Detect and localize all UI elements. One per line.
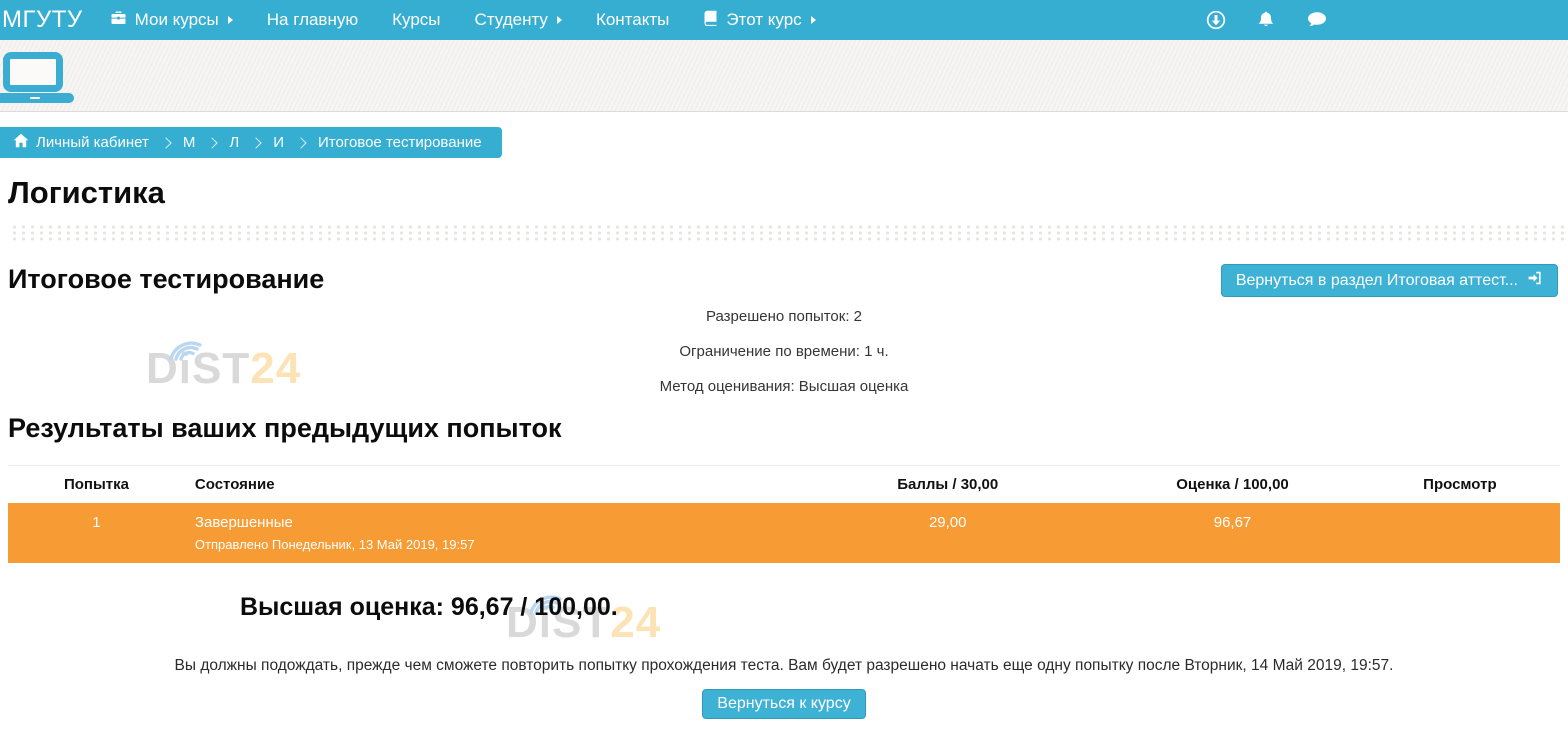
col-marks: Баллы / 30,00: [790, 466, 1105, 504]
chevron-separator-icon: [251, 137, 262, 148]
button-label: Вернуться в раздел Итоговая аттест...: [1236, 272, 1518, 290]
nav-this-course[interactable]: Этот курс: [686, 0, 832, 40]
nav-contacts[interactable]: Контакты: [579, 0, 686, 40]
final-grade: Высшая оценка: 96,67 / 100,00.: [240, 593, 1568, 622]
wait-message: Вы должны подождать, прежде чем сможете …: [0, 657, 1568, 675]
chevron-separator-icon: [207, 137, 218, 148]
nav-menu: Мои курсы На главную Курсы Студенту Конт…: [93, 0, 833, 40]
breadcrumb-dashboard[interactable]: Личный кабинет: [13, 133, 149, 152]
sign-in-icon: [1527, 270, 1543, 291]
caret-right-icon: [228, 16, 233, 24]
attempt-review: [1360, 503, 1560, 563]
breadcrumb-item-m[interactable]: М: [183, 134, 196, 151]
col-grade: Оценка / 100,00: [1105, 466, 1360, 504]
nav-student[interactable]: Студенту: [458, 0, 579, 40]
attempt-number: 1: [8, 503, 185, 563]
attempts-allowed: Разрешено попыток: 2: [0, 308, 1568, 325]
results-heading: Результаты ваших предыдущих попыток: [8, 413, 1568, 444]
breadcrumb-item-quiz[interactable]: Итоговое тестирование: [318, 134, 482, 151]
breadcrumb: Личный кабинет М Л И Итоговое тестирован…: [0, 127, 502, 158]
bottom-actions: Вернуться к курсу: [0, 689, 1568, 719]
nav-label: Мои курсы: [135, 10, 219, 30]
quiz-title: Итоговое тестирование: [8, 264, 324, 295]
chevron-separator-icon: [295, 137, 306, 148]
attempt-state: Завершенные: [195, 514, 782, 531]
arrow-down-circle-icon[interactable]: [1206, 10, 1226, 30]
breadcrumb-label: Личный кабинет: [36, 134, 149, 151]
book-icon: [703, 10, 718, 31]
col-attempt: Попытка: [8, 466, 185, 504]
col-review: Просмотр: [1360, 466, 1560, 504]
laptop-screen: [3, 52, 63, 92]
brand-logo[interactable]: МГУТУ: [2, 6, 83, 34]
attempt-marks: 29,00: [790, 503, 1105, 563]
nav-action-icons: [1206, 10, 1328, 30]
wifi-arcs-icon: [166, 326, 204, 370]
top-navbar: МГУТУ Мои курсы На главную Курсы Студент…: [0, 0, 1568, 40]
caret-right-icon: [811, 16, 816, 24]
course-title: Логистика: [8, 175, 1568, 211]
attempts-table: Попытка Состояние Баллы / 30,00 Оценка /…: [8, 465, 1560, 563]
nav-label: На главную: [267, 10, 358, 30]
nav-home[interactable]: На главную: [250, 0, 375, 40]
breadcrumb-item-l[interactable]: Л: [229, 134, 239, 151]
nav-label: Контакты: [596, 10, 669, 30]
dist24-watermark: DiST24: [146, 347, 301, 391]
attempt-grade: 96,67: [1105, 503, 1360, 563]
col-state: Состояние: [185, 466, 790, 504]
quiz-header-row: Итоговое тестирование Вернуться в раздел…: [8, 264, 1558, 297]
table-row: 1 Завершенные Отправлено Понедельник, 13…: [8, 503, 1560, 563]
back-to-section-button[interactable]: Вернуться в раздел Итоговая аттест...: [1221, 264, 1558, 297]
bell-icon[interactable]: [1256, 10, 1276, 30]
laptop-logo-icon[interactable]: [0, 40, 90, 112]
laptop-base: [0, 93, 74, 103]
watermark-text-orange: 24: [250, 344, 301, 393]
nav-label: Курсы: [392, 10, 440, 30]
caret-right-icon: [557, 16, 562, 24]
page: DiST24 DiST24 МГУТУ Мои курсы На главную…: [0, 0, 1568, 756]
home-icon: [13, 133, 29, 152]
nav-my-courses[interactable]: Мои курсы: [93, 0, 250, 40]
nav-courses[interactable]: Курсы: [375, 0, 457, 40]
chevron-separator-icon: [160, 137, 171, 148]
chat-icon[interactable]: [1306, 10, 1328, 30]
nav-label: Этот курс: [726, 10, 801, 30]
breadcrumb-item-i[interactable]: И: [273, 134, 284, 151]
nav-label: Студенту: [475, 10, 548, 30]
back-to-course-button[interactable]: Вернуться к курсу: [702, 689, 865, 719]
table-header-row: Попытка Состояние Баллы / 30,00 Оценка /…: [8, 466, 1560, 504]
dotted-divider: [10, 224, 1568, 241]
briefcase-icon: [110, 10, 127, 31]
attempt-submitted: Отправлено Понедельник, 13 Май 2019, 19:…: [195, 537, 782, 552]
header-banner: [0, 40, 1568, 112]
attempt-state-cell: Завершенные Отправлено Понедельник, 13 М…: [185, 503, 790, 563]
